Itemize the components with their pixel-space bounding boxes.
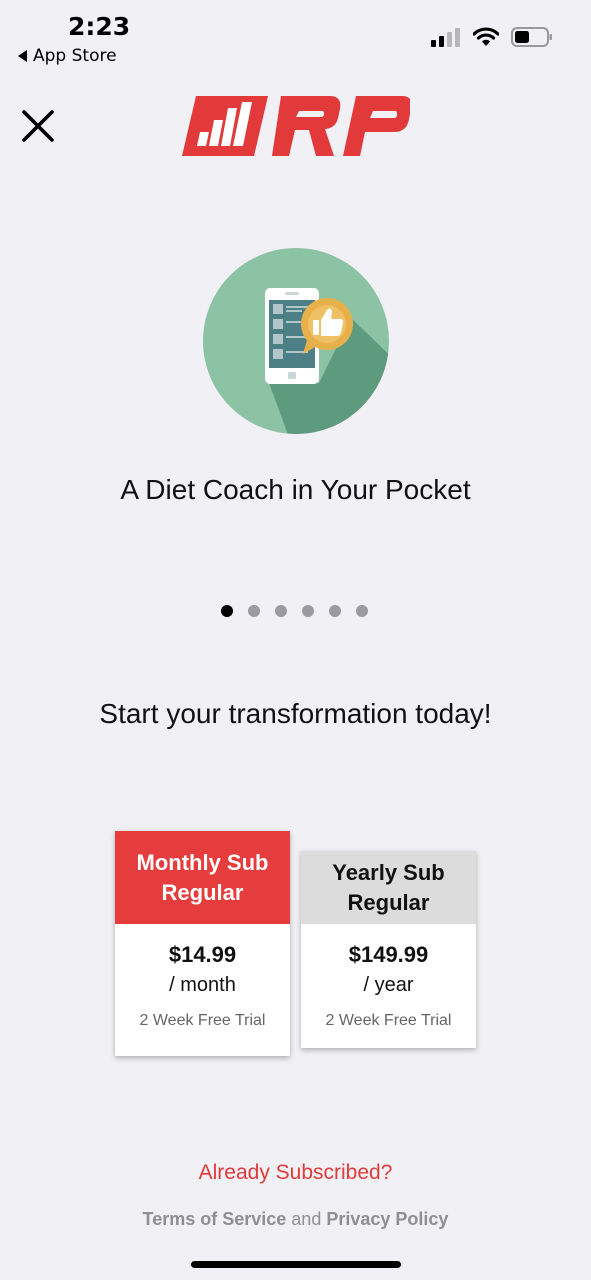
page-dot-4[interactable] xyxy=(302,605,314,617)
phone-thumbs-up-icon xyxy=(203,248,389,434)
plan-card-monthly[interactable]: Monthly Sub Regular $14.99 / month 2 Wee… xyxy=(115,831,290,1056)
carousel-headline: A Diet Coach in Your Pocket xyxy=(120,474,471,505)
cta-title: Start your transformation today! xyxy=(99,698,492,729)
close-button[interactable] xyxy=(20,108,56,144)
cellular-signal-icon xyxy=(431,28,460,47)
plan-tier: Regular xyxy=(347,889,430,915)
page-dot-2[interactable] xyxy=(248,605,260,617)
plan-trial: 2 Week Free Trial xyxy=(139,1012,266,1029)
page-dot-5[interactable] xyxy=(329,605,341,617)
legal-and: and xyxy=(291,1209,322,1229)
plan-name: Monthly Sub xyxy=(136,849,269,875)
plan-card-yearly[interactable]: Yearly Sub Regular $149.99 / year 2 Week… xyxy=(301,851,476,1048)
plan-tier: Regular xyxy=(161,879,244,905)
plan-price: $149.99 xyxy=(348,942,429,967)
terms-of-service-link[interactable]: Terms of Service xyxy=(143,1209,287,1229)
back-to-app-store[interactable]: App Store xyxy=(18,46,117,66)
carousel-page-indicator[interactable] xyxy=(221,605,368,617)
battery-icon xyxy=(511,27,552,47)
plan-period: / year xyxy=(363,974,414,996)
close-icon xyxy=(22,110,54,142)
home-indicator[interactable] xyxy=(191,1261,401,1268)
status-icons xyxy=(431,26,553,48)
back-label: App Store xyxy=(33,46,117,66)
plan-header: Monthly Sub Regular xyxy=(115,831,290,924)
hero-illustration xyxy=(203,248,389,434)
legal-links: Terms of Service and Privacy Policy xyxy=(0,1209,591,1230)
already-subscribed-link[interactable]: Already Subscribed? xyxy=(0,1161,591,1185)
status-time: 2:23 xyxy=(68,12,131,41)
plan-price: $14.99 xyxy=(168,942,237,967)
page-dot-1[interactable] xyxy=(221,605,233,617)
wifi-icon xyxy=(473,27,499,46)
plan-name: Yearly Sub xyxy=(332,859,445,885)
privacy-policy-link[interactable]: Privacy Policy xyxy=(326,1209,448,1229)
plan-period: / month xyxy=(169,974,236,996)
plan-trial: 2 Week Free Trial xyxy=(325,1012,452,1029)
plan-header: Yearly Sub Regular xyxy=(301,851,476,924)
page-dot-6[interactable] xyxy=(356,605,368,617)
page-dot-3[interactable] xyxy=(275,605,287,617)
rp-logo xyxy=(182,94,412,158)
back-arrow-icon xyxy=(18,50,27,62)
